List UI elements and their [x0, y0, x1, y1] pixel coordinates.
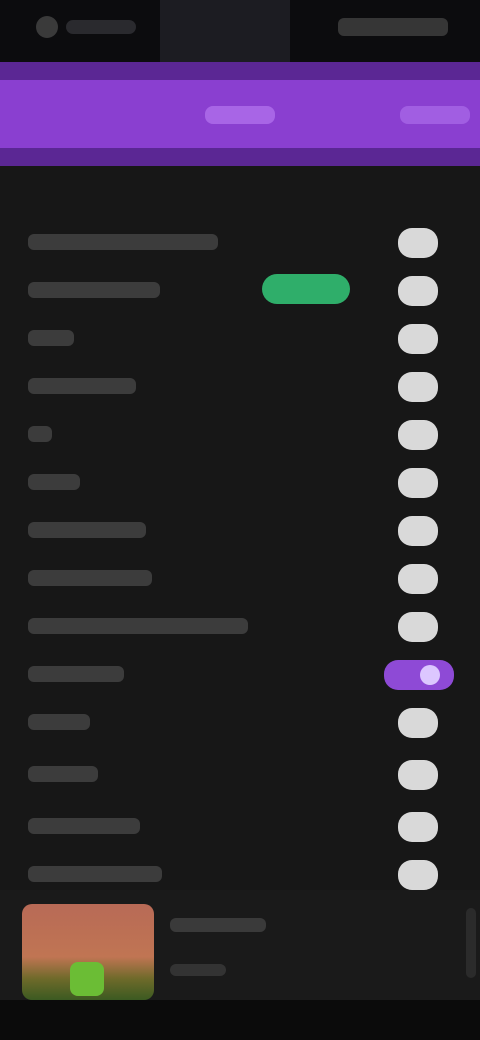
now-playing-card[interactable]	[0, 890, 480, 1000]
card-side-handle	[466, 908, 476, 978]
toggle-icon[interactable]	[398, 276, 438, 306]
list-item-label	[28, 282, 160, 298]
list-item[interactable]	[0, 750, 480, 798]
list-item[interactable]	[0, 650, 480, 698]
toggle-icon[interactable]	[398, 420, 438, 450]
toggle-icon[interactable]	[398, 228, 438, 258]
list-item[interactable]	[0, 458, 480, 506]
toggle-icon[interactable]	[398, 760, 438, 790]
toggle-icon[interactable]	[398, 812, 438, 842]
toggle-icon[interactable]	[398, 612, 438, 642]
app-icon	[36, 16, 58, 38]
list-item[interactable]	[0, 698, 480, 746]
card-title	[170, 918, 266, 932]
toggle-icon[interactable]	[398, 468, 438, 498]
list-item[interactable]	[0, 218, 480, 266]
app-bar-top-strip	[0, 62, 480, 80]
toggle-icon[interactable]	[398, 860, 438, 890]
list-item-label	[28, 714, 90, 730]
list-item-label	[28, 234, 218, 250]
toggle-knob	[420, 665, 440, 685]
app-bar	[0, 62, 480, 166]
list-item[interactable]	[0, 554, 480, 602]
list-item-label	[28, 522, 146, 538]
list-item-label	[28, 866, 162, 882]
toggle-icon[interactable]	[398, 564, 438, 594]
list-item-label	[28, 666, 124, 682]
settings-list	[0, 166, 480, 890]
list-item-label	[28, 570, 152, 586]
list-item-label	[28, 378, 136, 394]
list-item-label	[28, 766, 98, 782]
list-item[interactable]	[0, 362, 480, 410]
status-text	[66, 20, 136, 34]
toggle-icon[interactable]	[398, 708, 438, 738]
toggle-icon[interactable]	[398, 372, 438, 402]
list-item[interactable]	[0, 266, 480, 314]
list-item[interactable]	[0, 506, 480, 554]
app-bar-bottom-strip	[0, 148, 480, 166]
toggle-icon[interactable]	[398, 516, 438, 546]
status-badge	[262, 274, 350, 304]
thumbnail-badge	[70, 962, 104, 996]
status-icons	[338, 18, 448, 36]
toggle-icon[interactable]	[384, 660, 454, 690]
system-nav-bar	[0, 1000, 480, 1040]
list-item-label	[28, 474, 80, 490]
status-bar	[0, 0, 480, 62]
list-item-label	[28, 618, 248, 634]
card-subtitle	[170, 964, 226, 976]
list-item[interactable]	[0, 602, 480, 650]
toggle-icon[interactable]	[398, 324, 438, 354]
list-item[interactable]	[0, 410, 480, 458]
list-item[interactable]	[0, 314, 480, 362]
list-item-label	[28, 426, 52, 442]
list-item-label	[28, 330, 74, 346]
thumbnail-image[interactable]	[22, 904, 154, 1000]
list-item-label	[28, 818, 140, 834]
list-item[interactable]	[0, 802, 480, 850]
status-center	[160, 0, 290, 62]
